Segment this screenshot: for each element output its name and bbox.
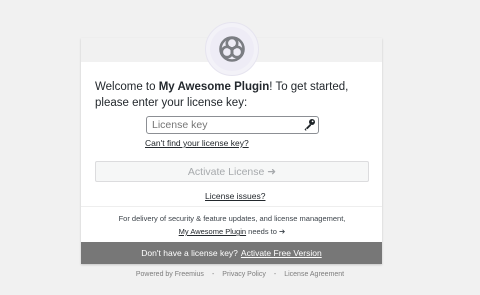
intro-prefix: Welcome to [95, 81, 159, 93]
footer-separator: - [273, 271, 277, 278]
privacy-policy-link[interactable]: Privacy Policy [222, 271, 266, 278]
logo-badge [210, 27, 254, 71]
plugin-name: My Awesome Plugin [158, 81, 270, 93]
activate-free-version-link[interactable]: Activate Free Version [241, 248, 322, 258]
cant-find-license-link[interactable]: Can't find your license key? [145, 138, 249, 148]
delivery-line-2: My Awesome Plugin needs to ➔ [95, 227, 369, 236]
activate-license-button[interactable]: Activate License ➜ [95, 161, 369, 182]
footer-separator: - [211, 271, 215, 278]
no-license-text: Don't have a license key? [141, 248, 238, 258]
activate-license-label: Activate License ➜ [187, 165, 277, 178]
license-agreement-link[interactable]: License Agreement [284, 271, 344, 278]
license-issues-link[interactable]: License issues? [205, 191, 265, 201]
needs-to-text: needs to ➔ [246, 227, 286, 236]
plugin-permissions-link[interactable]: My Awesome Plugin [179, 227, 246, 236]
divider [81, 206, 382, 207]
delivery-notice: For delivery of security & feature updat… [95, 214, 369, 236]
delivery-line-1: For delivery of security & feature updat… [118, 214, 346, 223]
key-icon [304, 119, 315, 131]
plugin-logo-icon [219, 36, 245, 62]
plugin-logo [205, 22, 259, 76]
intro-text: Welcome to My Awesome Plugin! To get sta… [95, 79, 385, 111]
footer: Powered by Freemius - Privacy Policy - Licen… [0, 271, 480, 278]
free-version-bar: Don't have a license key? Activate Free … [81, 242, 382, 264]
powered-by-link[interactable]: Powered by Freemius [136, 271, 204, 278]
license-key-input[interactable] [146, 116, 319, 134]
